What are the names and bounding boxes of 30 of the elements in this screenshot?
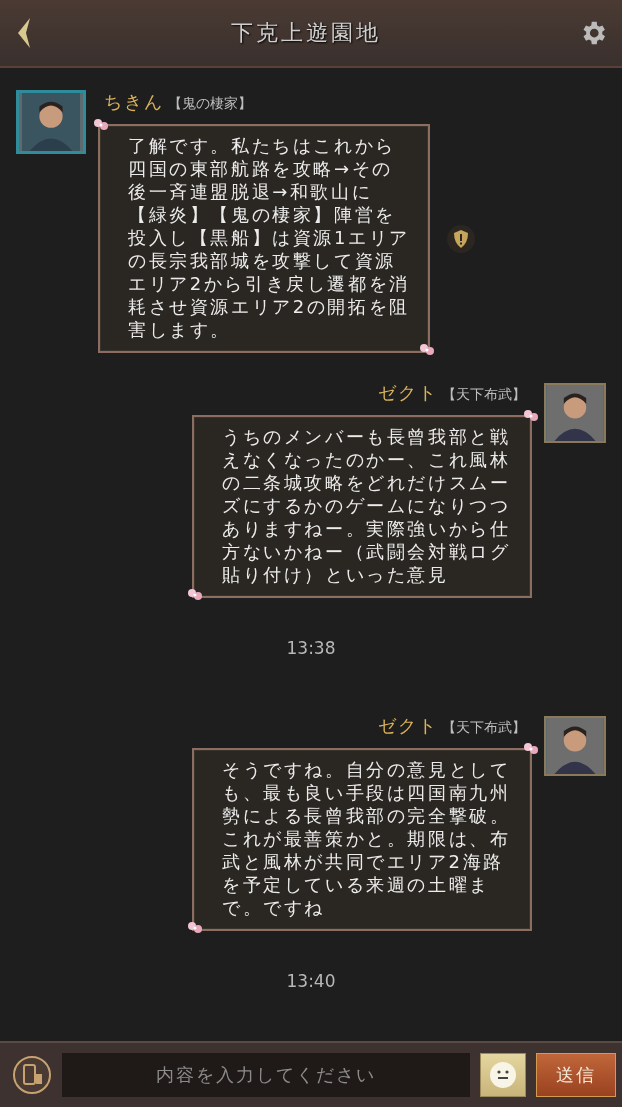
report-button[interactable]	[446, 223, 476, 254]
avatar[interactable]	[16, 90, 86, 154]
message-text: うちのメンバーも長曾我部と戦えなくなったのかー、これ風林の二条城攻略をどれだけスムーズにするかのゲームになりつつありますねー。実際強いから仕方ないかねー（武闘会対戦ログ貼り付け）といった意見	[222, 425, 512, 586]
avatar-icon	[546, 718, 604, 774]
timestamp: 13:40	[286, 971, 336, 991]
avatar[interactable]	[544, 383, 606, 443]
message-text: 了解です。私たちはこれから四国の東部航路を攻略→その後一斉連盟脱退→和歌山に【緑炎】【鬼の棲家】陣営を投入し【黒船】は資源1エリアの長宗我部城を攻撃して資源エリア2から引き戻し遷都を消耗させ資源エリア2の開拓を阻害します。	[128, 134, 410, 341]
smiley-icon	[488, 1060, 518, 1090]
phone-button[interactable]	[12, 1055, 52, 1095]
avatar[interactable]	[544, 716, 606, 776]
blossom-icon	[186, 588, 204, 602]
avatar-icon	[546, 385, 604, 441]
avatar-icon	[19, 93, 83, 151]
blossom-icon	[92, 118, 110, 132]
message-input[interactable]: 内容を入力してください	[62, 1053, 470, 1097]
sender-name: ちきん	[104, 90, 164, 114]
blossom-icon	[186, 921, 204, 935]
sender-group: 【天下布武】	[442, 386, 526, 404]
blossom-icon	[522, 409, 540, 423]
blossom-icon	[418, 343, 436, 357]
window-title: 下克上遊園地	[231, 19, 381, 47]
sender-name: ゼクト	[378, 381, 438, 405]
sender-name: ゼクト	[378, 714, 438, 738]
sender-group: 【鬼の棲家】	[168, 95, 252, 113]
send-button[interactable]: 送信	[536, 1053, 616, 1097]
message-text: そうですね。自分の意見としても、最も良い手段は四国南九州勢による長曾我部の完全撃破。これが最善策かと。期限は、布武と風林が共同でエリア2海路を予定している来週の土曜まで。ですね	[222, 758, 512, 919]
timestamp: 13:38	[286, 638, 336, 658]
emoji-button[interactable]	[480, 1053, 526, 1097]
blossom-icon	[522, 742, 540, 756]
sender-group: 【天下布武】	[442, 719, 526, 737]
